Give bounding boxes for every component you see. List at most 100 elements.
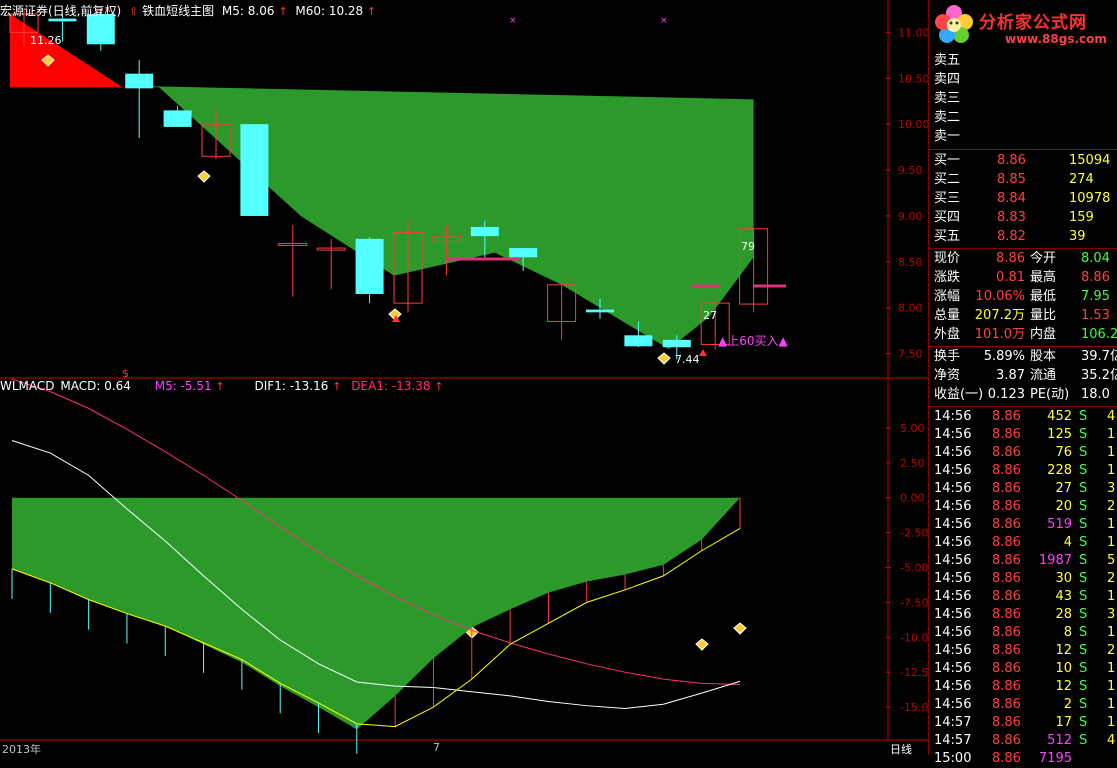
macd-tick-label: 5.00 xyxy=(900,422,925,435)
stat-row: 现价 8.86 今开 8.04 xyxy=(929,250,1117,268)
diamond-icon xyxy=(657,352,671,365)
stock-name[interactable]: 宏源证券(日线,前复权) xyxy=(0,4,121,18)
diamond-icon xyxy=(733,622,747,635)
macd-tick-label: -5.00 xyxy=(900,562,928,575)
tick-row: 14:56 8.86 20 S 2 xyxy=(929,498,1117,516)
tick-count: 1 xyxy=(1107,715,1116,730)
tick-volume: 519 xyxy=(1047,517,1072,532)
tick-time: 14:56 xyxy=(934,553,972,568)
candle-body xyxy=(662,339,691,348)
tick-time: 14:56 xyxy=(934,409,972,424)
stat-row: 外盘 101.0万 内盘 106.2万 xyxy=(929,326,1117,344)
stat-label: 涨跌 xyxy=(934,270,961,285)
tick-time: 14:56 xyxy=(934,571,972,586)
macd-tick-label: -10.00 xyxy=(900,631,928,644)
tick-time: 14:56 xyxy=(934,427,972,442)
chart-area[interactable]: 11.00 10.50 10.00 9.50 9.00 8.50 8.00 7.50 11.26… xyxy=(0,0,928,756)
tick-count: 1 xyxy=(1107,517,1116,532)
indicator-bar: WLMACD MACD: 0.64 M5: -5.51 ↑ DIF1: -13.… xyxy=(0,379,450,397)
tick-row: 14:56 8.86 27 S 3 xyxy=(929,480,1117,498)
tick-volume: 12 xyxy=(1055,679,1072,694)
tick-count: 1 xyxy=(1107,679,1116,694)
diamond-icon xyxy=(197,170,211,183)
macd-tick-label: -12.50 xyxy=(900,666,928,679)
tick-price: 8.86 xyxy=(992,697,1021,712)
stat-value: 207.2万 xyxy=(974,308,1025,323)
tick-time: 14:56 xyxy=(934,697,972,712)
chart-svg[interactable]: 11.00 10.50 10.00 9.50 9.00 8.50 8.00 7.50 11.26… xyxy=(0,0,928,755)
count-label: 79 xyxy=(741,240,755,253)
stat-label: 量比 xyxy=(1030,308,1057,323)
tick-row: 14:56 8.86 76 S 1 xyxy=(929,444,1117,462)
site-logo[interactable]: 分析家公式网 www.88gs.com xyxy=(929,0,1117,52)
stat-value: 8.86 xyxy=(1081,270,1110,285)
tick-time: 14:56 xyxy=(934,679,972,694)
dif1-arrow-icon: ↑ xyxy=(332,380,342,393)
info-label: 流通 xyxy=(1030,368,1057,383)
price-tick-label: 8.50 xyxy=(898,256,923,269)
dea1-value: DEA1: -13.38 xyxy=(351,379,431,393)
quote-panel: 分析家公式网 www.88gs.com 卖五 卖四 卖三 卖二 卖一 买一 8.… xyxy=(928,0,1117,766)
price-tick-label: 10.50 xyxy=(898,72,928,85)
info-label: 收益(一) xyxy=(934,387,984,402)
macd-tick-label: 2.50 xyxy=(900,457,925,470)
divider xyxy=(929,149,1117,150)
tick-time: 15:00 xyxy=(934,751,972,766)
logo-url[interactable]: www.88gs.com xyxy=(1005,32,1107,46)
buy-row: 买三 8.84 10978 xyxy=(929,190,1117,208)
tick-price: 8.86 xyxy=(992,445,1021,460)
buy-volume: 15094 xyxy=(1069,153,1111,168)
tick-side: S xyxy=(1079,427,1088,442)
macd-fill-area xyxy=(12,497,740,730)
indicator-label[interactable]: WLMACD xyxy=(0,379,55,393)
m60-value: M60: 10.28 xyxy=(295,4,364,18)
tick-price: 8.86 xyxy=(992,643,1021,658)
tick-side: S xyxy=(1079,517,1088,532)
info-row: 换手 5.89% 股本 39.7亿 xyxy=(929,348,1117,366)
tick-side: S xyxy=(1079,409,1088,424)
macd-value: MACD: 0.64 xyxy=(60,379,131,393)
tick-time: 14:56 xyxy=(934,499,972,514)
chart-title-bar: 宏源证券(日线,前复权) ⇧ 铁血短线主图 M5: 8.06 ↑ M60: 10… xyxy=(0,2,380,20)
tick-count: 1 xyxy=(1107,463,1116,478)
price-tick-label: 9.50 xyxy=(898,164,923,177)
tick-count: 1 xyxy=(1107,427,1116,442)
tick-row: 14:56 8.86 8 S 1 xyxy=(929,624,1117,642)
macd-tick-label: -2.50 xyxy=(900,527,928,540)
divider xyxy=(929,248,1117,249)
stat-row: 总量 207.2万 量比 1.53 xyxy=(929,307,1117,325)
stat-label: 今开 xyxy=(1030,251,1057,266)
tick-price: 8.86 xyxy=(992,409,1021,424)
divider xyxy=(929,346,1117,347)
tick-side: S xyxy=(1079,643,1088,658)
tick-count: 3 xyxy=(1107,607,1116,622)
buy-label: 买三 xyxy=(934,191,961,206)
price-tick-label: 10.00 xyxy=(898,118,928,131)
tick-time: 14:56 xyxy=(934,481,972,496)
buy-row: 买一 8.86 15094 xyxy=(929,152,1117,170)
tick-price: 8.86 xyxy=(992,481,1021,496)
sell-label: 卖五 xyxy=(934,53,961,68)
tick-count: 2 xyxy=(1107,499,1116,514)
tick-row: 14:56 8.86 12 S 1 xyxy=(929,678,1117,696)
stat-label: 最低 xyxy=(1030,289,1057,304)
info-value: 18.0 xyxy=(1081,387,1110,402)
tick-count: 4 xyxy=(1107,409,1116,424)
divider xyxy=(929,406,1117,407)
m5-value: M5: 8.06 xyxy=(221,4,275,18)
low-price-label: 7.44 xyxy=(675,353,700,366)
tick-row: 14:56 8.86 12 S 2 xyxy=(929,642,1117,660)
flower-logo-icon xyxy=(935,5,973,43)
info-value: 5.89% xyxy=(983,349,1025,364)
indicator-name[interactable]: 铁血短线主图 xyxy=(142,4,214,18)
tick-volume: 452 xyxy=(1047,409,1072,424)
buy-price: 8.85 xyxy=(997,172,1026,187)
buy-row: 买五 8.82 39 xyxy=(929,228,1117,246)
dea1-arrow-icon: ↑ xyxy=(434,380,444,393)
tick-count: 1 xyxy=(1107,589,1116,604)
buy-signal-label: ▲上60买入▲ xyxy=(718,334,788,348)
tick-volume: 4 xyxy=(1063,535,1072,550)
buy-volume: 159 xyxy=(1069,210,1094,225)
tick-count: 4 xyxy=(1107,733,1116,748)
m5-arrow-icon: ↑ xyxy=(278,5,288,18)
